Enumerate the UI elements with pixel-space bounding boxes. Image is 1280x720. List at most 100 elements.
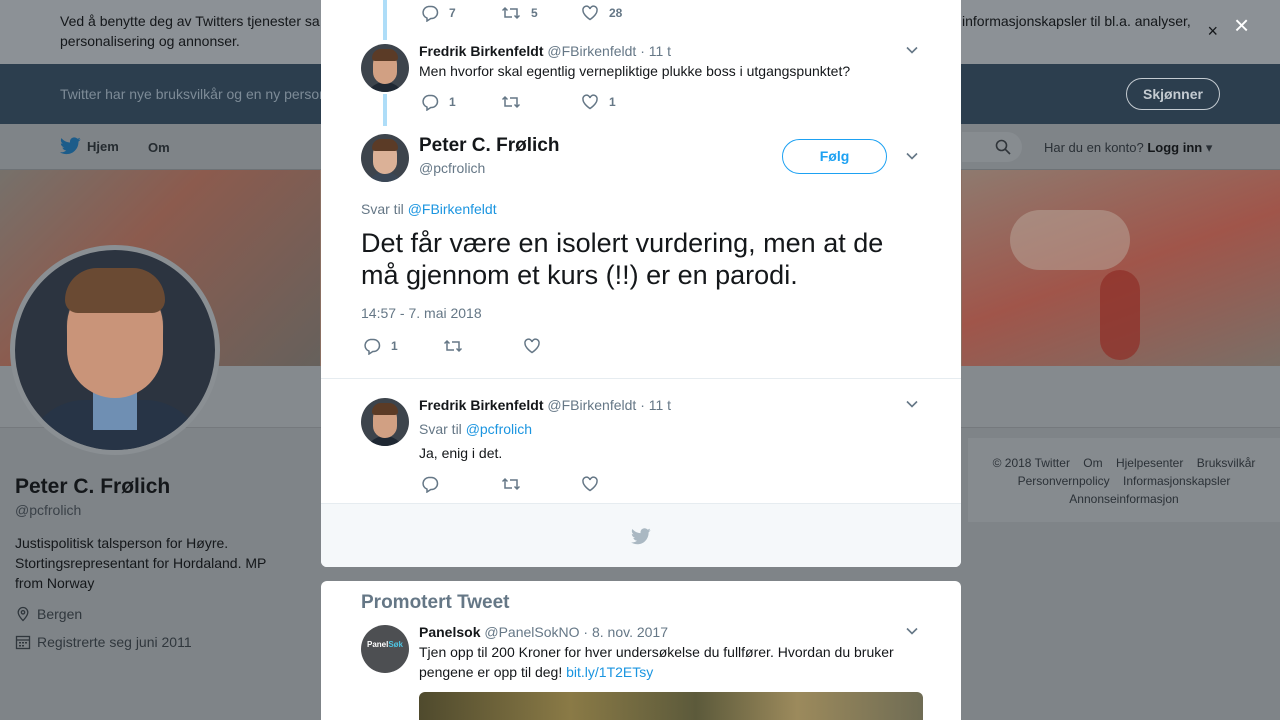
footer-link-terms[interactable]: Bruksvilkår: [1197, 456, 1256, 470]
terms-accept-button[interactable]: Skjønner: [1126, 78, 1220, 110]
reply-icon: [364, 338, 381, 355]
cookie-close-icon[interactable]: ×: [1207, 21, 1218, 42]
follow-button[interactable]: Følg: [782, 139, 887, 174]
tweet-text: Ja, enig i det.: [419, 445, 503, 461]
login-area: Har du en konto? Logg inn ▾: [1044, 140, 1212, 156]
reply-action[interactable]: 1: [363, 337, 443, 355]
account-prompt: Har du en konto?: [1044, 140, 1144, 155]
like-action[interactable]: 28: [581, 4, 622, 22]
divider: [321, 378, 961, 379]
promoted-title: Promotert Tweet: [361, 592, 510, 613]
footer-link-privacy[interactable]: Personvernpolicy: [1018, 474, 1110, 488]
footer-links: © 2018 Twitter Om Hjelpesenter Bruksvilk…: [968, 438, 1280, 522]
chevron-down-icon[interactable]: [906, 46, 918, 54]
twitter-bird-icon: [631, 528, 651, 545]
tweet-text: Det får være en isolert vurdering, men a…: [361, 228, 884, 290]
reply-icon: [422, 5, 439, 22]
profile-handle: @pcfrolich: [15, 502, 82, 518]
avatar[interactable]: [361, 398, 409, 446]
heart-icon: [524, 338, 540, 354]
author-name[interactable]: Panelsok: [419, 624, 480, 640]
tweet-time[interactable]: · 11 t: [640, 397, 671, 413]
calendar-icon: [15, 635, 31, 650]
footer-link-help[interactable]: Hjelpesenter: [1116, 456, 1183, 470]
thread-line: [383, 94, 387, 126]
retweet-action[interactable]: [501, 475, 581, 493]
author-name[interactable]: Fredrik Birkenfeldt: [419, 397, 543, 413]
like-action[interactable]: 1: [581, 93, 616, 111]
footer-link-cookies[interactable]: Informasjonskapsler: [1123, 474, 1230, 488]
author-handle[interactable]: @FBirkenfeldt: [547, 397, 636, 413]
promoted-image[interactable]: [419, 692, 923, 720]
tweet-header: Fredrik Birkenfeldt @FBirkenfeldt · 11 t: [419, 397, 671, 413]
tweet-header: Fredrik Birkenfeldt @FBirkenfeldt · 11 t: [419, 43, 671, 59]
author-name[interactable]: Fredrik Birkenfeldt: [419, 43, 543, 59]
like-action[interactable]: [523, 337, 541, 355]
tweet-text: Tjen opp til 200 Kroner for hver undersø…: [419, 642, 919, 682]
promoted-text: Tjen opp til 200 Kroner for hver undersø…: [419, 644, 894, 680]
reply-action[interactable]: 1: [421, 93, 501, 111]
chevron-down-icon: ▾: [1205, 140, 1213, 155]
search-input[interactable]: [962, 132, 1022, 162]
profile-joined: Registrerte seg juni 2011: [15, 634, 192, 650]
modal-close-icon[interactable]: ×: [1234, 12, 1249, 38]
like-action[interactable]: [581, 475, 599, 493]
retweet-icon: [501, 95, 521, 109]
profile-name[interactable]: Peter C. Frølich: [15, 475, 170, 499]
reply-to-link[interactable]: @FBirkenfeldt: [408, 201, 497, 217]
nav-home-link[interactable]: Hjem: [60, 137, 119, 155]
author-handle[interactable]: @PanelSokNO: [484, 624, 579, 640]
search-icon[interactable]: [995, 139, 1011, 155]
heart-icon: [582, 5, 598, 21]
retweet-action[interactable]: 5: [501, 4, 581, 22]
profile-location-label: Bergen: [37, 606, 83, 622]
avatar[interactable]: [361, 134, 409, 182]
profile-joined-label: Registrerte seg juni 2011: [37, 634, 192, 650]
tweet-header: Panelsok @PanelSokNO · 8. nov. 2017: [419, 624, 668, 640]
tweet-actions: 7 5 28: [421, 4, 622, 22]
modal-footer: [321, 503, 961, 567]
tweet-time[interactable]: · 11 t: [640, 43, 671, 59]
tweet-actions: 1 1: [421, 93, 616, 111]
heart-icon: [582, 94, 598, 110]
retweet-icon: [501, 6, 521, 20]
nav-home-label: Hjem: [87, 138, 119, 154]
footer-copyright: © 2018 Twitter: [992, 456, 1070, 470]
retweet-action[interactable]: [443, 337, 523, 355]
reply-prefix: Svar til: [361, 201, 404, 217]
panelsok-logo: PanelSøk: [366, 640, 403, 649]
profile-avatar[interactable]: [10, 245, 220, 455]
login-link[interactable]: Logg inn: [1147, 140, 1202, 155]
chevron-down-icon[interactable]: [906, 627, 918, 635]
tweet-timestamp[interactable]: 14:57 - 7. mai 2018: [361, 305, 482, 321]
reply-action[interactable]: 7: [421, 4, 501, 22]
chevron-down-icon[interactable]: [906, 400, 918, 408]
reply-context: Svar til @FBirkenfeldt: [361, 201, 497, 217]
twitter-bird-icon: [60, 137, 81, 155]
like-count: 28: [609, 6, 623, 20]
avatar[interactable]: PanelSøk: [361, 625, 409, 673]
promoted-link[interactable]: bit.ly/1T2ETsy: [566, 664, 653, 680]
author-name[interactable]: Peter C. Frølich: [419, 135, 559, 157]
retweet-icon: [501, 477, 521, 491]
tweet-time[interactable]: · 8. nov. 2017: [583, 624, 668, 640]
reply-to-link[interactable]: @pcfrolich: [466, 421, 532, 437]
footer-link-about[interactable]: Om: [1083, 456, 1102, 470]
reply-icon: [422, 94, 439, 111]
reply-action[interactable]: [421, 475, 501, 493]
chevron-down-icon[interactable]: [906, 152, 918, 160]
tweet-modal: 7 5 28 Fredrik Birkenfeldt @FBirkenfeldt…: [321, 0, 961, 567]
promoted-tweet-card: Promotert Tweet PanelSøk Panelsok @Panel…: [321, 581, 961, 720]
author-handle[interactable]: @pcfrolich: [419, 160, 485, 176]
retweet-action[interactable]: [501, 93, 581, 111]
author-handle[interactable]: @FBirkenfeldt: [547, 43, 636, 59]
tweet-actions: [421, 475, 599, 493]
retweet-icon: [443, 339, 463, 353]
footer-link-ads[interactable]: Annonseinformasjon: [1069, 492, 1178, 506]
heart-icon: [582, 476, 598, 492]
cookie-text-right: informasjonskapsler til bl.a. analyser,: [962, 13, 1191, 29]
nav-about-link[interactable]: Om: [148, 140, 170, 155]
reply-count: 7: [449, 6, 456, 20]
reply-count: 1: [391, 339, 398, 353]
avatar[interactable]: [361, 44, 409, 92]
